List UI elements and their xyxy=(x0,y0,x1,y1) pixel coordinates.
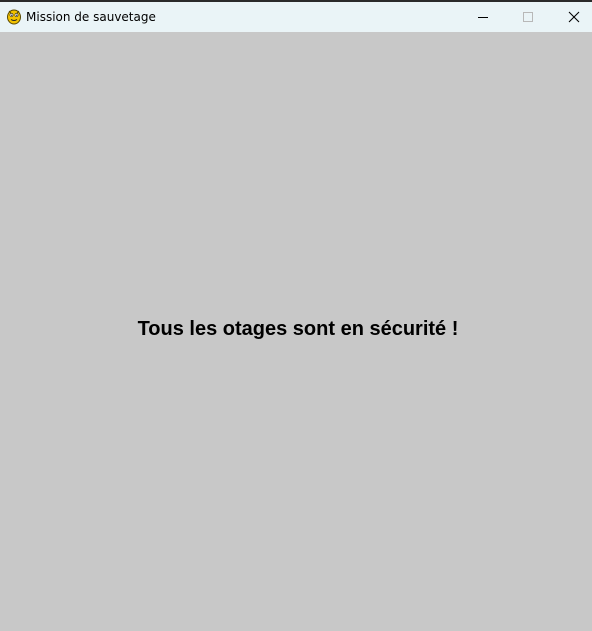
window-title: Mission de sauvetage xyxy=(26,10,156,24)
maximize-icon xyxy=(522,8,534,27)
app-window: Mission de sauvetage Tous les otages son… xyxy=(0,0,592,631)
close-icon xyxy=(568,8,580,27)
minimize-icon xyxy=(477,8,489,27)
game-canvas[interactable]: Tous les otages sont en sécurité ! xyxy=(0,32,592,631)
close-button[interactable] xyxy=(551,2,592,32)
minimize-button[interactable] xyxy=(460,2,506,32)
pygame-snake-icon xyxy=(6,8,22,25)
status-message: Tous les otages sont en sécurité ! xyxy=(137,318,459,340)
title-bar[interactable]: Mission de sauvetage xyxy=(0,2,592,32)
maximize-button[interactable] xyxy=(505,2,551,32)
